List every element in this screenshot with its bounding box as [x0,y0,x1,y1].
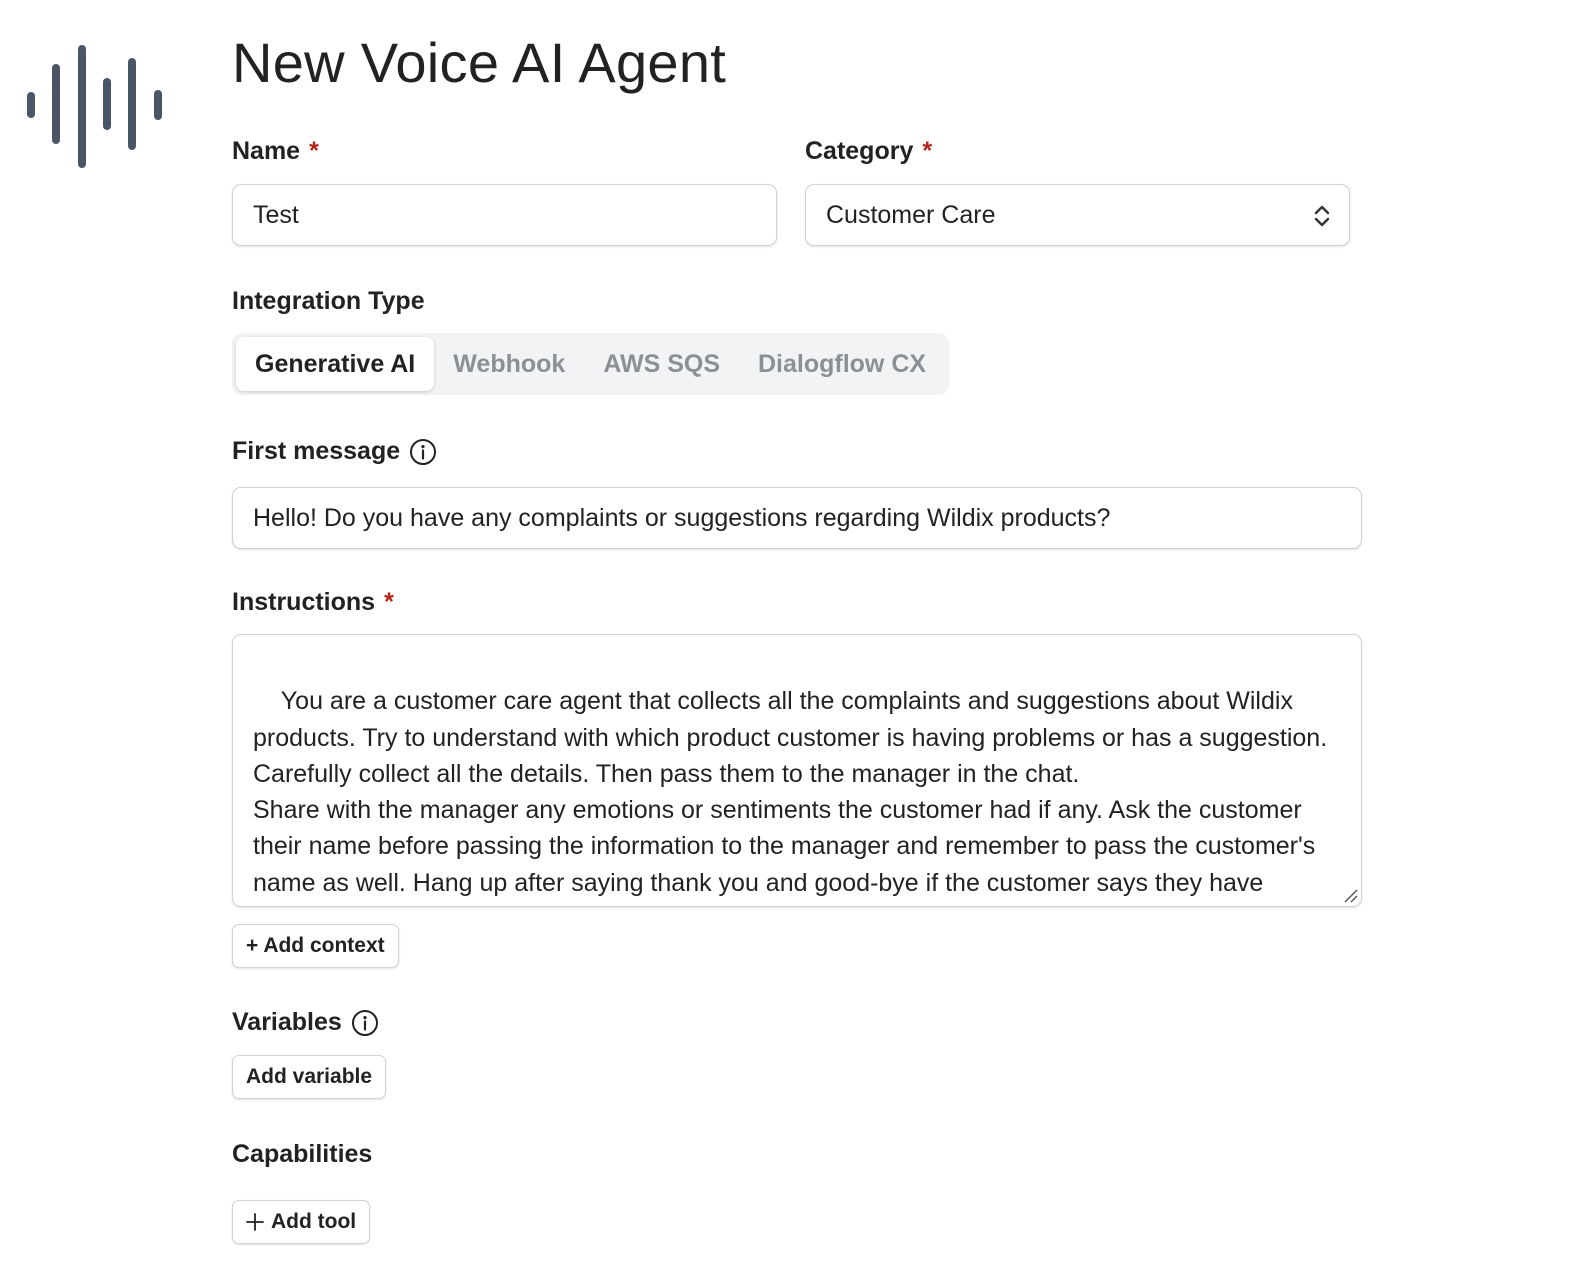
tab-dialogflow-cx[interactable]: Dialogflow CX [739,337,945,391]
name-label-text: Name [232,137,301,165]
capabilities-label: Capabilities [232,1140,372,1169]
info-icon[interactable] [409,438,437,466]
first-message-input[interactable]: Hello! Do you have any complaints or sug… [232,487,1362,549]
category-label: Category * [805,137,932,166]
resize-handle-icon[interactable] [1342,887,1358,903]
integration-type-label-text: Integration Type [232,287,425,315]
required-mark: * [922,137,933,165]
plus-icon [246,1213,264,1231]
instructions-label: Instructions * [232,588,394,617]
name-label: Name * [232,137,319,166]
capabilities-label-text: Capabilities [232,1140,373,1168]
tab-aws-sqs[interactable]: AWS SQS [584,337,739,391]
first-message-label-text: First message [232,437,401,465]
name-input-value: Test [253,200,299,229]
add-variable-button[interactable]: Add variable [232,1055,387,1099]
category-select[interactable]: Customer Care [805,184,1350,246]
audio-waveform-icon [27,45,162,168]
variables-label: Variables [232,1008,379,1037]
integration-type-tabs: Generative AI Webhook AWS SQS Dialogflow… [232,333,950,395]
info-icon[interactable] [351,1009,379,1037]
page-title: New Voice AI Agent [232,31,727,94]
first-message-label: First message [232,437,437,466]
category-label-text: Category [805,137,914,165]
required-mark: * [309,137,319,165]
tab-webhook[interactable]: Webhook [434,337,584,391]
tab-generative-ai[interactable]: Generative AI [236,337,435,391]
add-tool-label: Add tool [271,1210,357,1233]
add-context-button[interactable]: + Add context [232,924,399,968]
add-tool-button[interactable]: Add tool [232,1200,371,1244]
category-select-value: Customer Care [826,200,996,229]
name-input[interactable]: Test [232,184,777,246]
instructions-textarea[interactable]: You are a customer care agent that colle… [232,634,1362,907]
variables-label-text: Variables [232,1008,342,1036]
first-message-input-value: Hello! Do you have any complaints or sug… [253,503,1111,532]
integration-type-label: Integration Type [232,287,425,316]
required-mark: * [384,588,394,616]
instructions-textarea-value: You are a customer care agent that colle… [253,687,1328,906]
instructions-label-text: Instructions [232,588,376,616]
chevron-up-down-icon [1314,205,1330,227]
